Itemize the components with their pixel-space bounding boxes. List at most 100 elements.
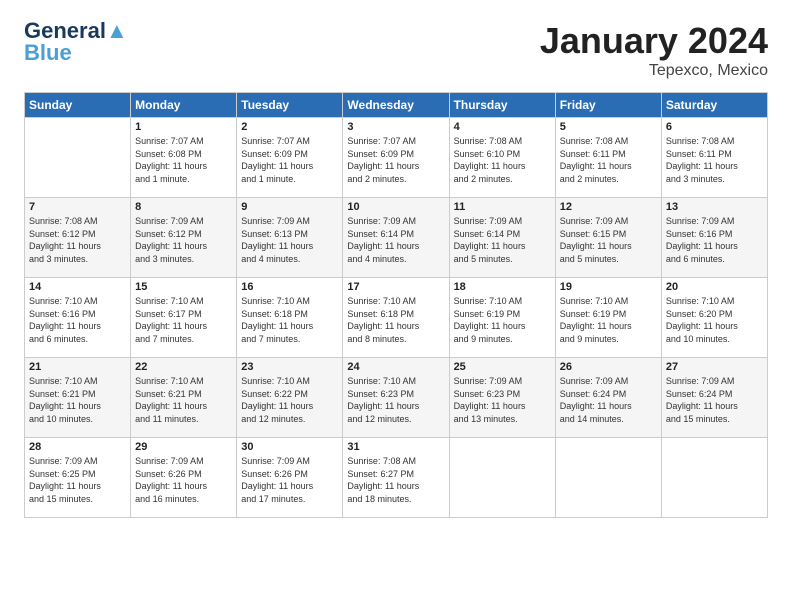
day-number: 18 <box>454 281 551 293</box>
calendar-cell: 12Sunrise: 7:09 AM Sunset: 6:15 PM Dayli… <box>555 198 661 278</box>
header-saturday: Saturday <box>661 93 767 118</box>
calendar-cell: 8 Sunrise: 7:09 AM Sunset: 6:12 PM Daylig… <box>131 198 237 278</box>
calendar-cell: 16Sunrise: 7:10 AM Sunset: 6:18 PM Dayli… <box>237 278 343 358</box>
header-friday: Friday <box>555 93 661 118</box>
calendar-cell: 23Sunrise: 7:10 AM Sunset: 6:22 PM Dayli… <box>237 358 343 438</box>
calendar-cell: 27 Sunrise: 7:09 AM Sunset: 6:24 PM Dayli… <box>661 358 767 438</box>
day-info: Sunrise: 7:09 AM Sunset: 6:26 PM Dayligh… <box>241 455 338 505</box>
day-info: Sunrise: 7:07 AM Sunset: 6:08 PM Dayligh… <box>135 135 232 185</box>
calendar-cell: 5 Sunrise: 7:08 AM Sunset: 6:11 PM Daylig… <box>555 118 661 198</box>
day-info: Sunrise: 7:09 AM Sunset: 6:16 PM Dayligh… <box>666 215 763 265</box>
day-info: Sunrise: 7:07 AM Sunset: 6:09 PM Dayligh… <box>347 135 444 185</box>
day-number: 23 <box>241 361 338 373</box>
day-number: 11 <box>454 201 551 213</box>
day-number: 15 <box>135 281 232 293</box>
day-number: 7 <box>29 201 126 213</box>
header-thursday: Thursday <box>449 93 555 118</box>
day-number: 2 <box>241 121 338 133</box>
calendar-cell: 10 Sunrise: 7:09 AM Sunset: 6:14 PM Dayli… <box>343 198 449 278</box>
calendar-cell <box>449 438 555 518</box>
week-row-4: 21 Sunrise: 7:10 AM Sunset: 6:21 PM Dayli… <box>25 358 768 438</box>
calendar-cell: 28 Sunrise: 7:09 AM Sunset: 6:25 PM Dayli… <box>25 438 131 518</box>
day-info: Sunrise: 7:09 AM Sunset: 6:25 PM Dayligh… <box>29 455 126 505</box>
calendar-cell: 13 Sunrise: 7:09 AM Sunset: 6:16 PM Dayli… <box>661 198 767 278</box>
day-number: 31 <box>347 441 444 453</box>
day-info: Sunrise: 7:09 AM Sunset: 6:23 PM Dayligh… <box>454 375 551 425</box>
header-monday: Monday <box>131 93 237 118</box>
day-info: Sunrise: 7:10 AM Sunset: 6:23 PM Dayligh… <box>347 375 444 425</box>
day-info: Sunrise: 7:10 AM Sunset: 6:21 PM Dayligh… <box>135 375 232 425</box>
day-info: Sunrise: 7:09 AM Sunset: 6:12 PM Dayligh… <box>135 215 232 265</box>
day-info: Sunrise: 7:10 AM Sunset: 6:21 PM Dayligh… <box>29 375 126 425</box>
day-number: 25 <box>454 361 551 373</box>
day-info: Sunrise: 7:08 AM Sunset: 6:11 PM Dayligh… <box>666 135 763 185</box>
day-number: 19 <box>560 281 657 293</box>
calendar-cell: 3 Sunrise: 7:07 AM Sunset: 6:09 PM Daylig… <box>343 118 449 198</box>
logo-bird-icon: ▲ <box>106 18 128 43</box>
day-number: 14 <box>29 281 126 293</box>
calendar-cell: 6 Sunrise: 7:08 AM Sunset: 6:11 PM Daylig… <box>661 118 767 198</box>
calendar-cell <box>661 438 767 518</box>
calendar-cell: 31Sunrise: 7:08 AM Sunset: 6:27 PM Dayli… <box>343 438 449 518</box>
day-number: 20 <box>666 281 763 293</box>
day-number: 1 <box>135 121 232 133</box>
calendar-cell: 4Sunrise: 7:08 AM Sunset: 6:10 PM Daylig… <box>449 118 555 198</box>
day-info: Sunrise: 7:10 AM Sunset: 6:20 PM Dayligh… <box>666 295 763 345</box>
calendar-cell: 1 Sunrise: 7:07 AM Sunset: 6:08 PM Daylig… <box>131 118 237 198</box>
calendar-cell: 17 Sunrise: 7:10 AM Sunset: 6:18 PM Dayli… <box>343 278 449 358</box>
day-info: Sunrise: 7:09 AM Sunset: 6:24 PM Dayligh… <box>560 375 657 425</box>
day-info: Sunrise: 7:08 AM Sunset: 6:12 PM Dayligh… <box>29 215 126 265</box>
calendar-cell: 18Sunrise: 7:10 AM Sunset: 6:19 PM Dayli… <box>449 278 555 358</box>
calendar-cell: 19Sunrise: 7:10 AM Sunset: 6:19 PM Dayli… <box>555 278 661 358</box>
day-number: 13 <box>666 201 763 213</box>
calendar-cell: 30Sunrise: 7:09 AM Sunset: 6:26 PM Dayli… <box>237 438 343 518</box>
header: General▲ Blue January 2024 Tepexco, Mexi… <box>24 20 768 80</box>
day-number: 16 <box>241 281 338 293</box>
logo: General▲ Blue <box>24 20 128 64</box>
header-wednesday: Wednesday <box>343 93 449 118</box>
calendar-cell: 14Sunrise: 7:10 AM Sunset: 6:16 PM Dayli… <box>25 278 131 358</box>
day-number: 17 <box>347 281 444 293</box>
month-title: January 2024 <box>540 20 768 62</box>
header-row: SundayMondayTuesdayWednesdayThursdayFrid… <box>25 93 768 118</box>
day-info: Sunrise: 7:09 AM Sunset: 6:15 PM Dayligh… <box>560 215 657 265</box>
day-number: 4 <box>454 121 551 133</box>
day-number: 3 <box>347 121 444 133</box>
day-info: Sunrise: 7:08 AM Sunset: 6:11 PM Dayligh… <box>560 135 657 185</box>
header-sunday: Sunday <box>25 93 131 118</box>
calendar-cell: 15Sunrise: 7:10 AM Sunset: 6:17 PM Dayli… <box>131 278 237 358</box>
day-info: Sunrise: 7:09 AM Sunset: 6:14 PM Dayligh… <box>454 215 551 265</box>
day-info: Sunrise: 7:09 AM Sunset: 6:13 PM Dayligh… <box>241 215 338 265</box>
day-info: Sunrise: 7:10 AM Sunset: 6:18 PM Dayligh… <box>347 295 444 345</box>
title-block: January 2024 Tepexco, Mexico <box>540 20 768 80</box>
calendar-cell: 22 Sunrise: 7:10 AM Sunset: 6:21 PM Dayli… <box>131 358 237 438</box>
day-number: 29 <box>135 441 232 453</box>
day-number: 10 <box>347 201 444 213</box>
day-number: 6 <box>666 121 763 133</box>
location: Tepexco, Mexico <box>540 62 768 80</box>
day-number: 28 <box>29 441 126 453</box>
calendar-cell: 25 Sunrise: 7:09 AM Sunset: 6:23 PM Dayli… <box>449 358 555 438</box>
calendar-cell: 2 Sunrise: 7:07 AM Sunset: 6:09 PM Daylig… <box>237 118 343 198</box>
calendar-cell <box>555 438 661 518</box>
day-number: 5 <box>560 121 657 133</box>
page-container: General▲ Blue January 2024 Tepexco, Mexi… <box>0 0 792 534</box>
day-number: 26 <box>560 361 657 373</box>
day-number: 27 <box>666 361 763 373</box>
day-info: Sunrise: 7:09 AM Sunset: 6:24 PM Dayligh… <box>666 375 763 425</box>
calendar-cell: 7 Sunrise: 7:08 AM Sunset: 6:12 PM Daylig… <box>25 198 131 278</box>
week-row-1: 1 Sunrise: 7:07 AM Sunset: 6:08 PM Daylig… <box>25 118 768 198</box>
calendar-cell: 11 Sunrise: 7:09 AM Sunset: 6:14 PM Dayli… <box>449 198 555 278</box>
day-number: 8 <box>135 201 232 213</box>
calendar-cell: 24Sunrise: 7:10 AM Sunset: 6:23 PM Dayli… <box>343 358 449 438</box>
day-info: Sunrise: 7:09 AM Sunset: 6:26 PM Dayligh… <box>135 455 232 505</box>
day-number: 21 <box>29 361 126 373</box>
calendar-cell: 26 Sunrise: 7:09 AM Sunset: 6:24 PM Dayli… <box>555 358 661 438</box>
calendar-cell: 9Sunrise: 7:09 AM Sunset: 6:13 PM Daylig… <box>237 198 343 278</box>
day-number: 22 <box>135 361 232 373</box>
calendar-cell: 29 Sunrise: 7:09 AM Sunset: 6:26 PM Dayli… <box>131 438 237 518</box>
day-info: Sunrise: 7:09 AM Sunset: 6:14 PM Dayligh… <box>347 215 444 265</box>
calendar-table: SundayMondayTuesdayWednesdayThursdayFrid… <box>24 92 768 518</box>
calendar-cell: 21 Sunrise: 7:10 AM Sunset: 6:21 PM Dayli… <box>25 358 131 438</box>
day-info: Sunrise: 7:07 AM Sunset: 6:09 PM Dayligh… <box>241 135 338 185</box>
